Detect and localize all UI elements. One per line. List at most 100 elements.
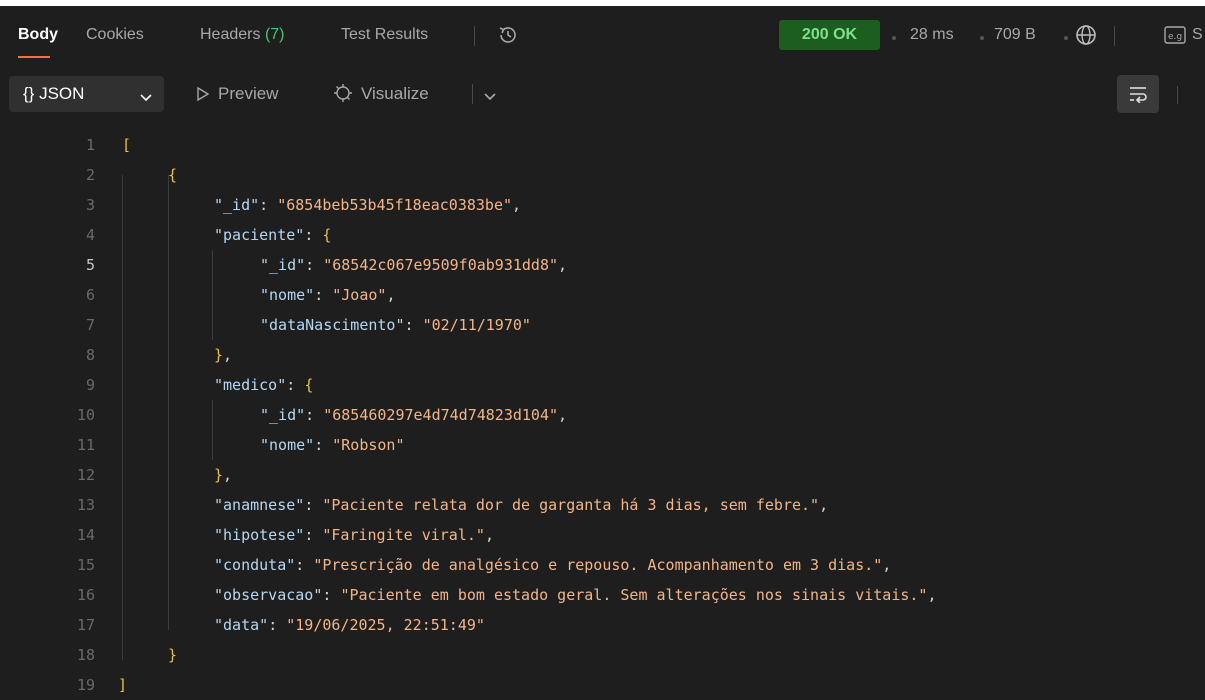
line-number: 6 [85,286,95,304]
code-text: "observacao": "Paciente em bom estado ge… [214,580,936,610]
line-number: 1 [85,136,95,154]
line-number: 4 [85,226,95,244]
code-line: 4 "paciente": { [0,220,1205,250]
active-tab-indicator [18,56,50,58]
json-punctuation: : [259,196,278,214]
format-dropdown[interactable]: {} JSON [9,76,164,112]
json-string: "685460297e4d74d74823d104" [323,406,559,424]
json-punctuation: , [882,556,892,574]
code-line: 18} [0,640,1205,670]
chevron-down-icon [140,90,152,102]
code-text: "_id": "6854beb53b45f18eac0383be", [214,190,521,220]
code-text: [ [122,130,131,160]
json-key: "observacao" [214,586,323,604]
json-punctuation: : [268,616,287,634]
json-punctuation: : [322,586,341,604]
line-number: 16 [76,586,95,604]
json-string: "02/11/1970" [422,316,531,334]
json-key: "hipotese" [214,526,305,544]
toolbar-divider [1177,86,1178,104]
code-text: "nome": "Joao", [260,280,395,310]
code-line: 11 "nome": "Robson" [0,430,1205,460]
meta-dot [1064,36,1068,40]
json-bracket: { [322,226,332,244]
save-example-icon[interactable]: e.g [1164,25,1186,45]
response-toolbar: {} JSON Preview Visualize [0,62,1205,124]
code-text: "dataNascimento": "02/11/1970" [260,310,531,340]
json-punctuation: : [314,286,333,304]
code-line: 19] [0,670,1205,700]
response-tab-bar: Body Cookies Headers (7) Test Results 20… [0,6,1205,62]
globe-icon[interactable] [1074,23,1098,47]
tab-cookies[interactable]: Cookies [86,26,144,44]
json-key: "_id" [260,406,306,424]
json-bracket: } [214,346,224,364]
json-key: "nome" [260,436,315,454]
line-number: 10 [76,406,95,424]
response-time[interactable]: 28 ms [910,26,954,44]
code-text: }, [214,340,232,370]
wrap-lines-button[interactable] [1117,75,1159,113]
response-size[interactable]: 709 B [994,26,1036,44]
visualize-button[interactable]: Visualize [361,84,429,104]
history-icon[interactable] [497,24,519,46]
meta-dot [980,36,984,40]
json-punctuation: : [304,496,323,514]
json-punctuation: : [404,316,423,334]
line-number: 11 [76,436,95,454]
code-text: }, [214,460,232,490]
json-punctuation: , [386,286,396,304]
code-line: 12}, [0,460,1205,490]
code-text: "data": "19/06/2025, 22:51:49" [214,610,485,640]
preview-button[interactable]: Preview [218,84,278,104]
wrap-lines-icon [1128,85,1148,104]
code-line: 3 "_id": "6854beb53b45f18eac0383be", [0,190,1205,220]
json-punctuation: , [927,586,937,604]
json-string: "Faringite viral." [322,526,485,544]
code-text: "_id": "685460297e4d74d74823d104", [260,400,567,430]
json-key: "anamnese" [214,496,305,514]
code-text: "medico": { [214,370,313,400]
json-punctuation: , [484,526,494,544]
line-number: 2 [85,166,95,184]
tab-test-results[interactable]: Test Results [341,26,428,44]
line-number: 5 [85,256,95,274]
line-number: 19 [76,676,95,694]
code-text: } [168,640,177,670]
json-punctuation: : [295,556,314,574]
code-line: 13 "anamnese": "Paciente relata dor de ga… [0,490,1205,520]
line-number: 7 [85,316,95,334]
save-response-label[interactable]: S [1192,26,1203,44]
json-punctuation: : [305,256,324,274]
json-punctuation: : [286,376,305,394]
chevron-down-icon[interactable] [484,89,496,101]
tab-headers[interactable]: Headers (7) [200,26,285,44]
toolbar-divider [472,84,473,104]
code-line: 9 "medico": { [0,370,1205,400]
json-punctuation: : [305,406,324,424]
json-bracket: { [304,376,314,394]
code-text: "conduta": "Prescrição de analgésico e r… [214,550,891,580]
visualize-icon [333,83,353,103]
code-line: 2{ [0,160,1205,190]
line-number: 17 [76,616,95,634]
json-punctuation: , [819,496,829,514]
meta-dot [892,36,896,40]
json-punctuation: , [512,196,522,214]
json-key: "data" [214,616,269,634]
meta-divider [1114,26,1115,46]
json-string: "6854beb53b45f18eac0383be" [277,196,513,214]
json-code-editor[interactable]: 1[2{3 "_id": "6854beb53b45f18eac0383be", 4… [0,130,1205,694]
json-string: "Paciente relata dor de garganta há 3 di… [322,496,820,514]
json-string: "68542c067e9509f0ab931dd8" [323,256,559,274]
json-string: "Robson" [332,436,405,454]
code-line: 16 "observacao": "Paciente em bom estado … [0,580,1205,610]
json-key: "dataNascimento" [260,316,405,334]
play-icon [196,86,210,102]
json-bracket: } [214,466,224,484]
status-badge[interactable]: 200 OK [779,20,880,50]
json-punctuation: : [304,526,323,544]
tab-body[interactable]: Body [18,26,58,44]
json-string: "Joao" [332,286,387,304]
code-line: 14 "hipotese": "Faringite viral.", [0,520,1205,550]
